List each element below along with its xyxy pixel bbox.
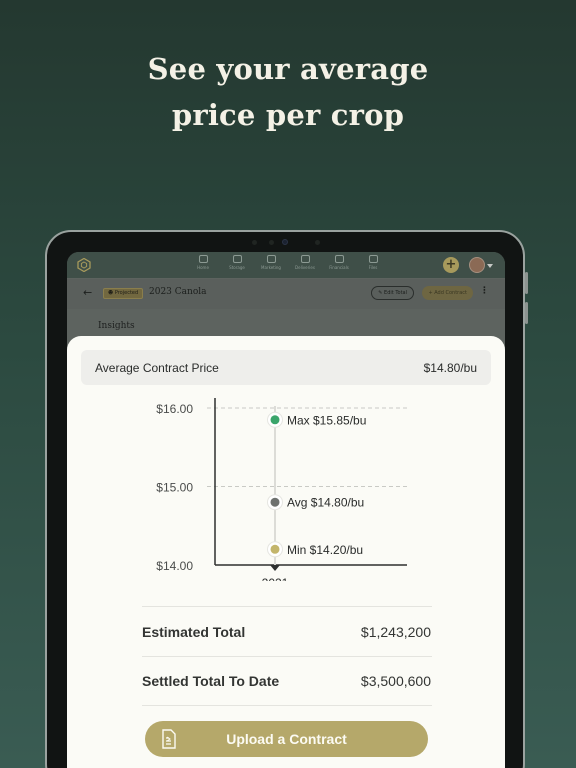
person-icon: ☻ bbox=[108, 290, 115, 296]
upload-contract-label: Upload a Contract bbox=[226, 731, 347, 747]
page-header: ← ☻ Projected 2023 Canola ✎ Edit Total +… bbox=[67, 279, 505, 309]
home-icon bbox=[198, 255, 208, 263]
section-title: Insights bbox=[98, 321, 135, 331]
tablet-frame: Home Storage Marketing Deliveries Financials… bbox=[45, 230, 528, 768]
side-button bbox=[525, 272, 528, 294]
average-price-label: Average Contract Price bbox=[95, 361, 219, 375]
headline-line-2: price per crop bbox=[171, 98, 405, 132]
nav-item-storage[interactable]: Storage bbox=[226, 255, 248, 270]
nav-item-label: Deliveries bbox=[295, 265, 315, 270]
sensor-dot bbox=[252, 240, 257, 245]
chevron-down-icon[interactable] bbox=[487, 264, 493, 268]
sensor-dot bbox=[315, 240, 320, 245]
more-options-icon[interactable]: ⋮ bbox=[480, 286, 489, 296]
truck-icon bbox=[300, 255, 310, 263]
price-range-chart: $16.00 $15.00 $14.00 2021 Max $15.85/bu Avg $… bbox=[156, 398, 407, 581]
nav-item-label: Home bbox=[197, 265, 209, 270]
y-tick-label: $14.00 bbox=[156, 559, 193, 573]
back-arrow-icon[interactable]: ← bbox=[83, 286, 92, 299]
nav-item-label: Marketing bbox=[261, 265, 281, 270]
nav-item-label: Financials bbox=[329, 265, 349, 270]
status-badge: ☻ Projected bbox=[103, 288, 144, 299]
divider bbox=[142, 606, 432, 607]
nav-item-label: Files bbox=[368, 265, 378, 270]
app-screen: Home Storage Marketing Deliveries Financials… bbox=[67, 252, 505, 768]
sensor-dot bbox=[269, 240, 274, 245]
nav-item-label: Storage bbox=[229, 265, 245, 270]
divider bbox=[142, 705, 432, 706]
main-nav: Home Storage Marketing Deliveries Financials… bbox=[192, 255, 384, 270]
app-top-bar: Home Storage Marketing Deliveries Financials… bbox=[67, 252, 505, 278]
divider bbox=[142, 656, 432, 657]
marketing-icon bbox=[266, 255, 276, 263]
data-label-avg: Avg $14.80/bu bbox=[287, 496, 364, 510]
average-price-value: $14.80/bu bbox=[423, 361, 477, 375]
add-button[interactable]: + bbox=[443, 257, 459, 273]
data-label-max: Max $15.85/bu bbox=[287, 413, 366, 427]
edit-total-label: Edit Total bbox=[384, 290, 407, 296]
avatar[interactable] bbox=[469, 257, 485, 273]
side-button bbox=[525, 302, 528, 324]
upload-contract-button[interactable]: Upload a Contract bbox=[145, 721, 428, 757]
status-badge-label: Projected bbox=[114, 290, 139, 296]
x-tick-marker bbox=[270, 565, 280, 571]
estimated-total-label: Estimated Total bbox=[142, 624, 246, 640]
settled-total-label: Settled Total To Date bbox=[142, 673, 280, 689]
y-tick-label: $15.00 bbox=[156, 481, 193, 495]
settled-total-value: $3,500,600 bbox=[360, 673, 431, 689]
add-contract-button[interactable]: + Add Contract bbox=[422, 286, 473, 300]
x-tick-label: 2021 bbox=[262, 576, 289, 581]
nav-item-home[interactable]: Home bbox=[192, 255, 214, 270]
hexagon-logo-icon[interactable] bbox=[77, 258, 91, 272]
edit-total-button[interactable]: ✎ Edit Total bbox=[371, 286, 414, 300]
average-price-row: Average Contract Price $14.80/bu bbox=[81, 350, 491, 385]
camera bbox=[282, 239, 288, 245]
chart-icon bbox=[334, 255, 344, 263]
insights-sheet: Average Contract Price $14.80/bu $16.00 $… bbox=[67, 336, 505, 768]
headline-line-1: See your average bbox=[147, 52, 429, 86]
storage-icon bbox=[232, 255, 242, 263]
nav-item-deliveries[interactable]: Deliveries bbox=[294, 255, 316, 270]
data-point-avg bbox=[270, 497, 280, 507]
y-tick-label: $16.00 bbox=[156, 402, 193, 416]
page-title: 2023 Canola bbox=[149, 287, 207, 297]
files-icon bbox=[368, 255, 378, 263]
nav-item-marketing[interactable]: Marketing bbox=[260, 255, 282, 270]
estimated-total-value: $1,243,200 bbox=[360, 624, 431, 640]
data-label-min: Min $14.20/bu bbox=[287, 543, 363, 557]
headline: See your average price per crop bbox=[0, 46, 576, 138]
data-point-max bbox=[270, 415, 280, 425]
nav-item-files[interactable]: Files bbox=[362, 255, 384, 270]
nav-item-financials[interactable]: Financials bbox=[328, 255, 350, 270]
data-point-min bbox=[270, 544, 280, 554]
